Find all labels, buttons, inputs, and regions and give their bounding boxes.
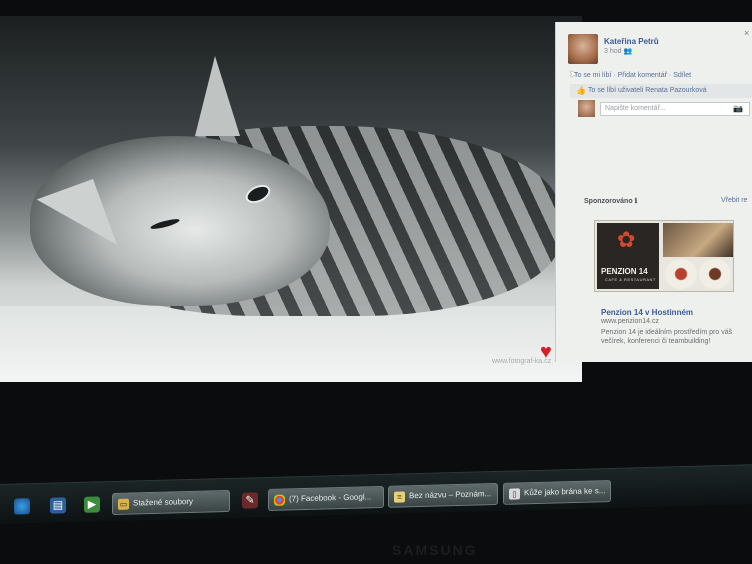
ad-image-sub: CAFE & RESTAURANT <box>605 277 656 282</box>
notepad-icon: ≡ <box>394 491 405 503</box>
start-orb-icon[interactable] <box>14 498 30 515</box>
document-icon: ▯ <box>509 488 520 500</box>
media-player-icon[interactable]: ▶ <box>84 496 100 513</box>
friends-icon: 👥 <box>623 48 633 55</box>
chrome-icon <box>274 494 285 506</box>
ad-photo-plate <box>699 259 731 289</box>
ad-image[interactable]: ✿ PENZION 14 CAFE & RESTAURANT <box>594 220 734 292</box>
sponsored-heading: Sponzorováno ℹ <box>584 197 637 205</box>
sponsored-heading-text: Sponzorováno <box>584 198 633 205</box>
taskbar-button-notes[interactable]: ≡ Bez názvu – Poznám... <box>388 482 498 508</box>
create-ad-link[interactable]: Vřebit re <box>721 197 747 204</box>
facebook-side-panel: Kateřina Petrů 3 hod 👥 × ➤ To se mi líbí… <box>555 22 752 362</box>
author-avatar[interactable] <box>568 34 598 64</box>
camera-icon[interactable]: 📷 <box>733 104 743 113</box>
tree-logo-icon: ✿ <box>617 227 636 252</box>
sponsored-info-icon[interactable]: ℹ <box>635 198 638 205</box>
taskbar-button-label: Stažené soubory <box>133 496 194 508</box>
ad-text: Penzion 14 je ideálním prostředím pro vá… <box>601 329 733 345</box>
ad-image-brand: PENZION 14 <box>601 267 648 276</box>
app-pinned-icon[interactable]: ✎ <box>242 492 258 509</box>
taskbar: ▤ ▶ ▭ Stažené soubory ✎ (7) Facebook - G… <box>0 464 752 524</box>
monitor-screen: www.fotograf-ka.cz ♥ Kateřina Petrů 3 ho… <box>0 0 752 564</box>
author-name[interactable]: Kateřina Petrů <box>604 37 659 46</box>
taskbar-button-downloads[interactable]: ▭ Stažené soubory <box>112 489 230 516</box>
windows-explorer-icon[interactable]: ▤ <box>50 497 66 514</box>
photo-floor <box>0 306 582 382</box>
comment-input[interactable]: Napište komentář... <box>600 102 750 116</box>
ad-title[interactable]: Penzion 14 v Hostinném <box>601 308 693 317</box>
photo-viewer[interactable]: www.fotograf-ka.cz ♥ <box>0 16 582 382</box>
heart-icon: ♥ <box>540 341 552 363</box>
post-time-text: 3 hod <box>604 48 622 55</box>
cat-ear-right <box>195 56 240 136</box>
ad-url: www.penzion14.cz <box>601 318 659 325</box>
monitor-brand: SAMSUNG <box>392 542 478 558</box>
close-icon[interactable]: × <box>744 28 749 38</box>
taskbar-button-document[interactable]: ▯ Kůže jako brána ke s... <box>503 480 611 505</box>
likes-bar: 👍 To se líbí uživateli Renata Pazourková <box>570 84 752 98</box>
taskbar-button-label: Bez názvu – Poznám... <box>409 489 492 501</box>
taskbar-button-label: Kůže jako brána ke s... <box>524 486 606 498</box>
post-actions[interactable]: To se mi líbí · Přidat komentář · Sdílet <box>574 72 691 79</box>
taskbar-button-label: (7) Facebook - Googl... <box>289 492 372 504</box>
ad-photo-plate <box>665 259 697 289</box>
viewer-avatar <box>578 100 595 117</box>
ad-photo-interior <box>663 223 733 257</box>
taskbar-button-chrome[interactable]: (7) Facebook - Googl... <box>268 485 384 511</box>
thumbs-up-icon: 👍 <box>576 86 586 95</box>
likes-text[interactable]: To se líbí uživateli Renata Pazourková <box>588 87 707 94</box>
post-time: 3 hod 👥 <box>604 47 632 55</box>
folder-icon: ▭ <box>118 498 129 510</box>
